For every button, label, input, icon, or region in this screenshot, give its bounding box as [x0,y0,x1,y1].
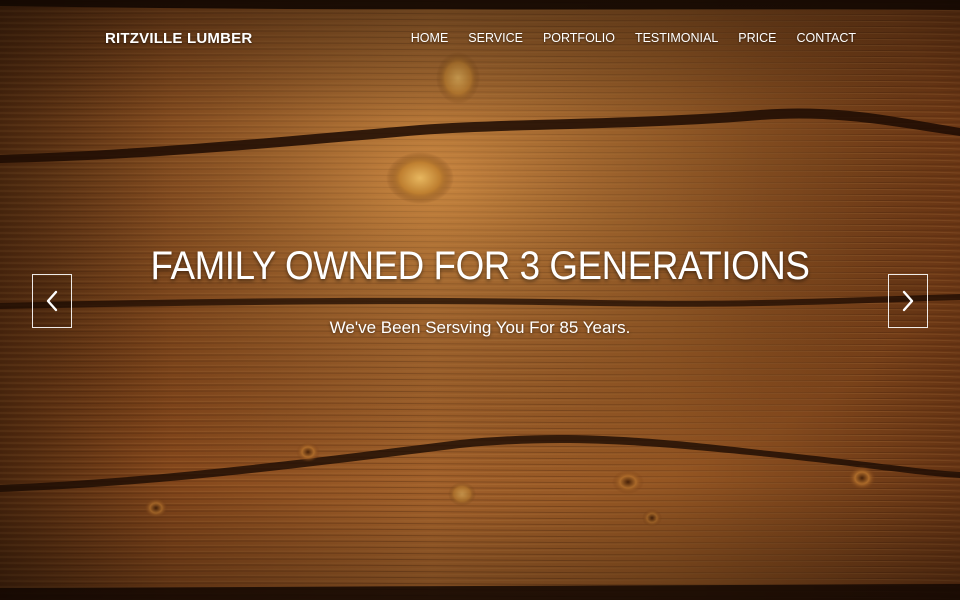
nav-item-price[interactable]: PRICE [738,31,776,45]
nav-item-service[interactable]: SERVICE [468,31,523,45]
carousel-next-button[interactable] [888,274,928,328]
chevron-left-icon [46,290,58,312]
nav-item-testimonial[interactable]: TESTIMONIAL [635,31,718,45]
hero-headline: FAMILY OWNED FOR 3 GENERATIONS [150,244,810,288]
navbar: RITZVILLE LUMBER HOME SERVICE PORTFOLIO … [0,0,960,78]
carousel-prev-button[interactable] [32,274,72,328]
hero-subheadline: We've Been Sersving You For 85 Years. [329,318,631,337]
chevron-right-icon [902,290,914,312]
brand-logo-text[interactable]: RITZVILLE LUMBER [105,30,252,47]
nav-item-portfolio[interactable]: PORTFOLIO [543,31,615,45]
nav-menu: HOME SERVICE PORTFOLIO TESTIMONIAL PRICE… [391,31,856,45]
wood-background-image [0,0,960,600]
hero-carousel: RITZVILLE LUMBER HOME SERVICE PORTFOLIO … [0,0,960,600]
nav-item-contact[interactable]: CONTACT [797,31,857,45]
nav-item-home[interactable]: HOME [411,31,449,45]
